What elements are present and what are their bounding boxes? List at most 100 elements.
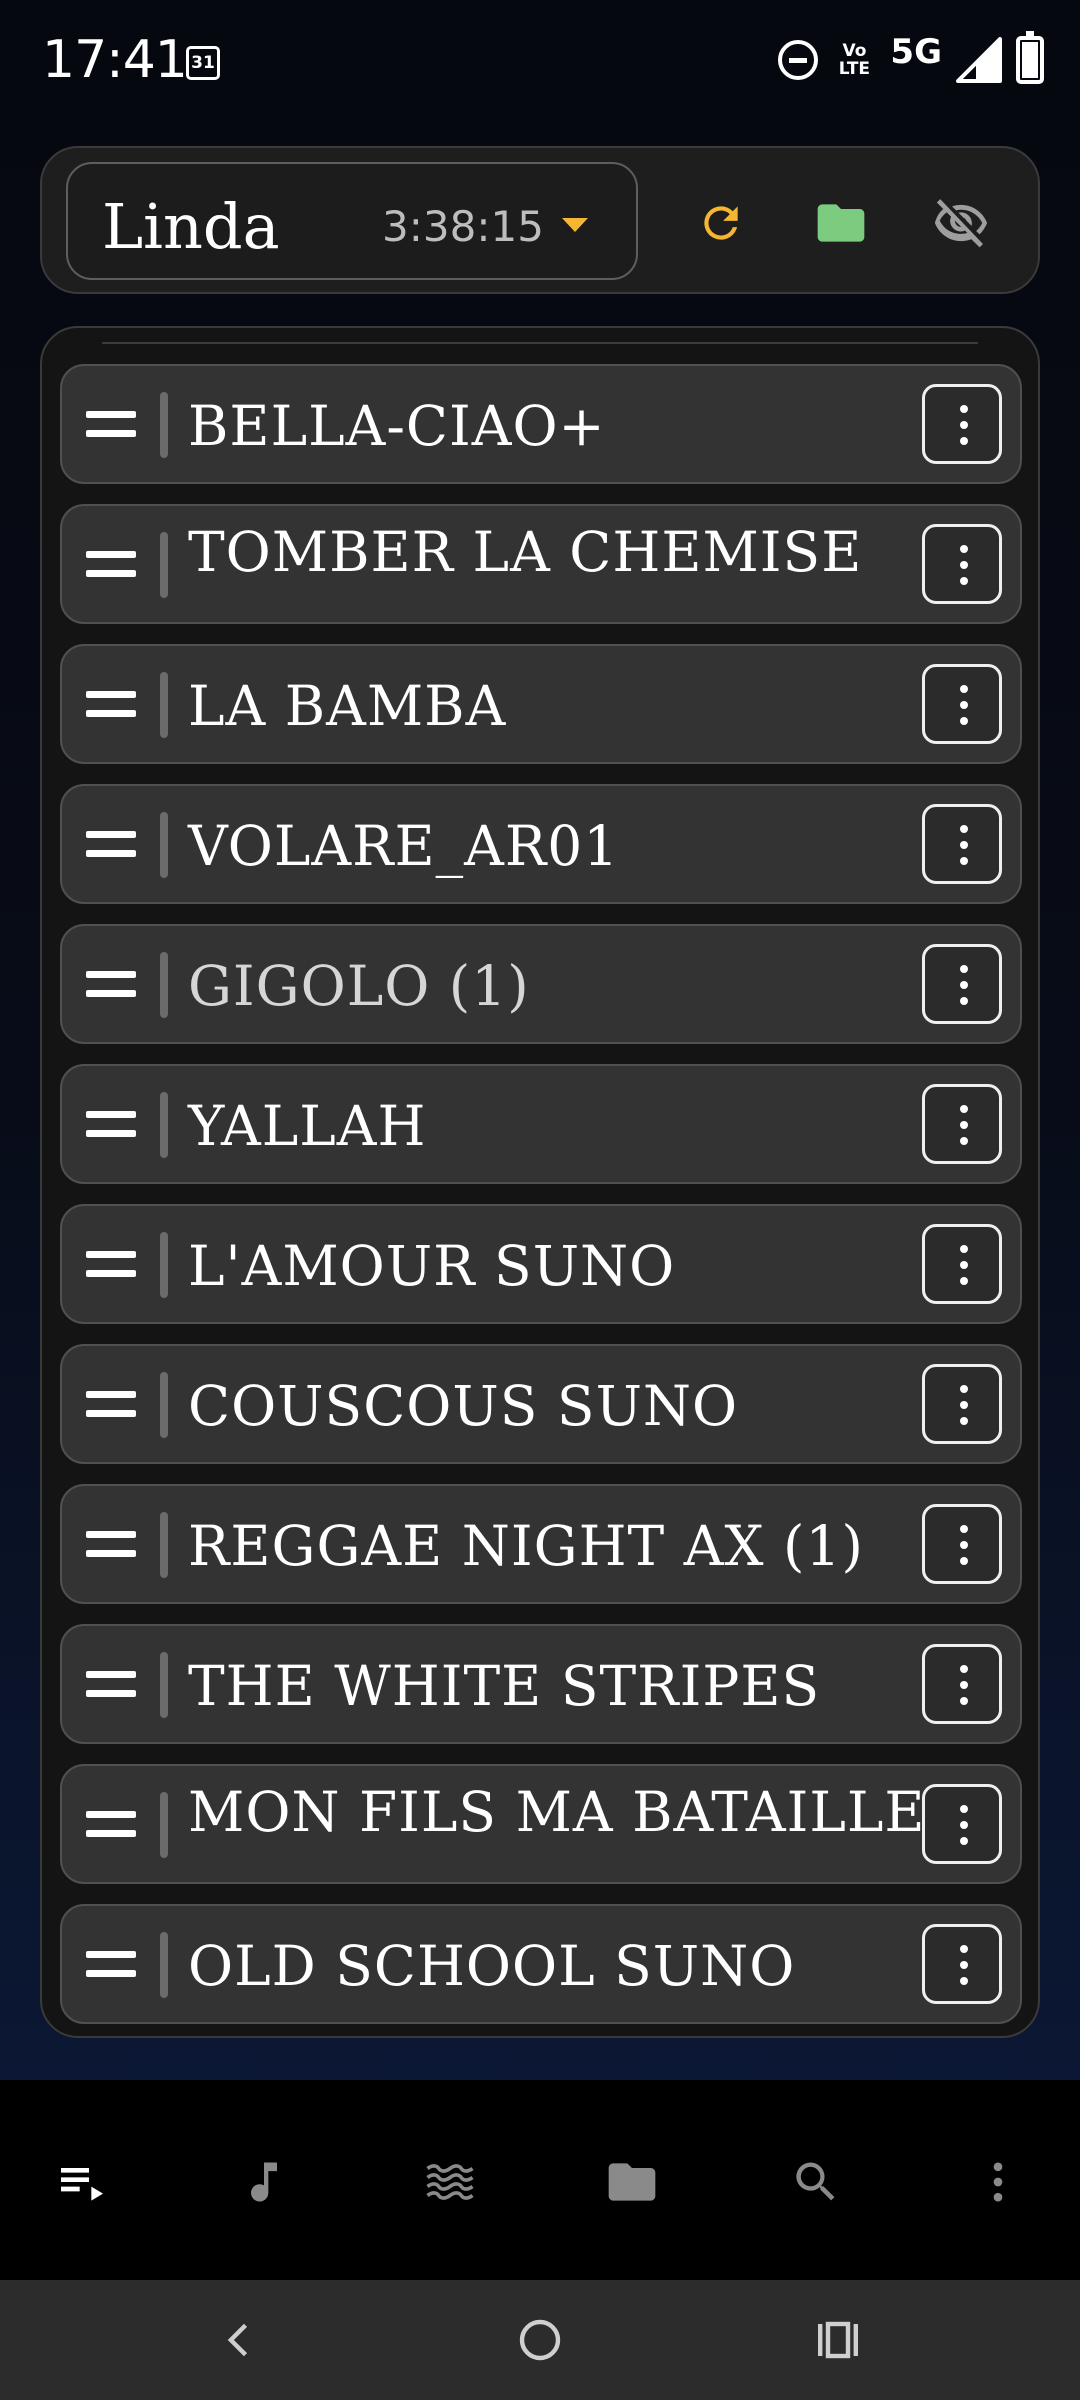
list-item[interactable]: YALLAH — [60, 1064, 1022, 1184]
track-title: THE WHITE STRIPES — [188, 1654, 821, 1718]
playlist-panel: BELLA-CIAO+ TOMBER LA CHEMISE LA BAMBA V… — [40, 326, 1040, 2038]
track-title: REGGAE NIGHT AX (1) — [188, 1514, 864, 1578]
track-menu-button[interactable] — [922, 944, 1002, 1024]
signal-icon — [956, 37, 1002, 83]
refresh-button[interactable] — [692, 194, 750, 252]
drag-handle-icon[interactable] — [86, 1811, 136, 1839]
item-divider — [160, 1932, 168, 1998]
drag-handle-icon[interactable] — [86, 1251, 136, 1279]
profile-dropdown[interactable]: Linda 3:38:15 — [66, 162, 638, 280]
bottom-navigation — [0, 2080, 1080, 2280]
system-navigation-bar — [0, 2280, 1080, 2400]
item-divider — [160, 1232, 168, 1298]
track-menu-button[interactable] — [922, 1784, 1002, 1864]
app-screen: 17:41 31 Vo LTE 5G Linda 3:38:15 BELLA-C… — [0, 0, 1080, 2400]
item-divider — [160, 1512, 168, 1578]
list-item[interactable]: MON FILS MA BATAILLE — [60, 1764, 1022, 1884]
list-item[interactable]: REGGAE NIGHT AX (1) — [60, 1484, 1022, 1604]
do-not-disturb-icon — [778, 40, 819, 80]
eye-off-icon — [934, 199, 988, 248]
drag-handle-icon[interactable] — [86, 1391, 136, 1419]
item-divider — [160, 1652, 168, 1718]
list-divider — [102, 342, 978, 344]
track-menu-button[interactable] — [922, 384, 1002, 464]
nav-search[interactable] — [786, 2152, 846, 2212]
nav-folder[interactable] — [602, 2152, 662, 2212]
nav-more[interactable] — [968, 2152, 1028, 2212]
track-menu-button[interactable] — [922, 1364, 1002, 1444]
track-title: GIGOLO (1) — [188, 954, 530, 1018]
network-type: 5G — [890, 32, 942, 72]
drag-handle-icon[interactable] — [86, 691, 136, 719]
list-item[interactable]: COUSCOUS SUNO — [60, 1344, 1022, 1464]
track-title: BELLA-CIAO+ — [188, 394, 606, 458]
total-duration: 3:38:15 — [382, 202, 544, 251]
header-bar: Linda 3:38:15 — [40, 146, 1040, 294]
waves-icon — [426, 2164, 474, 2200]
system-back-button[interactable] — [210, 2310, 270, 2370]
status-time: 17:41 — [42, 30, 188, 90]
system-home-button[interactable] — [510, 2310, 570, 2370]
nav-music[interactable] — [234, 2152, 294, 2212]
volte-icon: Vo LTE — [838, 41, 871, 79]
drag-handle-icon[interactable] — [86, 1531, 136, 1559]
drag-handle-icon[interactable] — [86, 971, 136, 999]
list-item[interactable]: OLD SCHOOL SUNO — [60, 1904, 1022, 2024]
drag-handle-icon[interactable] — [86, 411, 136, 439]
drag-handle-icon[interactable] — [86, 1671, 136, 1699]
track-title: COUSCOUS SUNO — [188, 1374, 739, 1438]
track-menu-button[interactable] — [922, 804, 1002, 884]
track-title: VOLARE_AR01 — [188, 814, 620, 878]
item-divider — [160, 672, 168, 738]
folder-icon — [608, 2163, 656, 2201]
nav-waves[interactable] — [420, 2152, 480, 2212]
drag-handle-icon[interactable] — [86, 1951, 136, 1979]
track-menu-button[interactable] — [922, 1504, 1002, 1584]
dropdown-caret-icon — [562, 218, 588, 232]
item-divider — [160, 532, 168, 598]
track-menu-button[interactable] — [922, 1924, 1002, 2004]
drag-handle-icon[interactable] — [86, 831, 136, 859]
list-item[interactable]: LA BAMBA — [60, 644, 1022, 764]
nav-playlist[interactable] — [52, 2152, 112, 2212]
status-bar: 17:41 31 Vo LTE 5G — [0, 0, 1080, 128]
system-recents-button[interactable] — [808, 2310, 868, 2370]
list-item[interactable]: L'AMOUR SUNO — [60, 1204, 1022, 1324]
track-menu-button[interactable] — [922, 664, 1002, 744]
folder-icon — [817, 204, 865, 242]
track-title: OLD SCHOOL SUNO — [188, 1934, 796, 1998]
list-item[interactable]: VOLARE_AR01 — [60, 784, 1022, 904]
list-item[interactable]: TOMBER LA CHEMISE — [60, 504, 1022, 624]
drag-handle-icon[interactable] — [86, 1111, 136, 1139]
search-icon — [796, 2162, 835, 2201]
list-item[interactable]: BELLA-CIAO+ — [60, 364, 1022, 484]
more-vert-icon — [993, 2162, 1003, 2202]
track-menu-button[interactable] — [922, 1224, 1002, 1304]
track-menu-button[interactable] — [922, 1084, 1002, 1164]
recents-icon — [818, 2321, 858, 2359]
battery-icon — [1016, 31, 1044, 84]
home-icon — [519, 2319, 561, 2361]
track-title: L'AMOUR SUNO — [188, 1234, 676, 1298]
calendar-icon: 31 — [186, 46, 220, 80]
refresh-icon — [704, 206, 738, 240]
music-note-icon — [251, 2162, 277, 2202]
item-divider — [160, 392, 168, 458]
list-item[interactable]: THE WHITE STRIPES — [60, 1624, 1022, 1744]
list-item[interactable]: GIGOLO (1) — [60, 924, 1022, 1044]
track-menu-button[interactable] — [922, 1644, 1002, 1724]
item-divider — [160, 1092, 168, 1158]
folder-button[interactable] — [812, 194, 870, 252]
back-icon — [227, 2323, 248, 2357]
drag-handle-icon[interactable] — [86, 551, 136, 579]
item-divider — [160, 952, 168, 1018]
track-menu-button[interactable] — [922, 524, 1002, 604]
visibility-toggle-button[interactable] — [932, 194, 990, 252]
status-icons: Vo LTE 5G — [778, 31, 1044, 88]
item-divider — [160, 812, 168, 878]
track-title: LA BAMBA — [188, 674, 507, 738]
track-title: TOMBER LA CHEMISE — [188, 520, 863, 584]
profile-name: Linda — [102, 190, 280, 263]
track-title: MON FILS MA BATAILLE — [188, 1780, 926, 1844]
track-title: YALLAH — [188, 1094, 427, 1158]
